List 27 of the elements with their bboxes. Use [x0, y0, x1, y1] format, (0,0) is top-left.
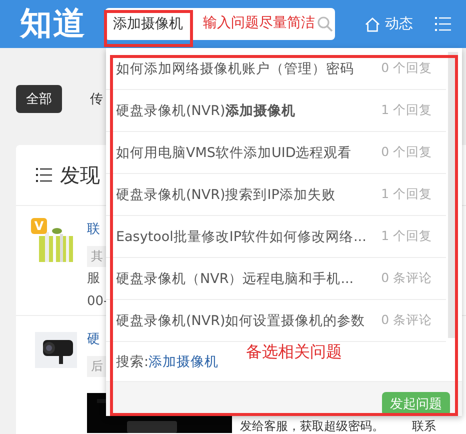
vip-badge: V	[31, 218, 47, 234]
item-excerpt: 发给客服，获取超级密码。	[240, 419, 384, 433]
suggestion-item[interactable]: 如何添加网络摄像机账户（管理）密码 0 个回复	[106, 48, 446, 90]
logo: 知道	[20, 3, 87, 44]
item-text: 00-	[87, 293, 108, 311]
search-suggestion: 搜索:添加摄像机	[116, 352, 219, 370]
item-link[interactable]: 联系	[412, 419, 436, 433]
annotation-text: 输入问题尽量简洁	[203, 14, 315, 32]
card-title: 发现	[60, 162, 100, 188]
search-icon[interactable]	[317, 16, 333, 32]
suggestion-item[interactable]: 硬盘录像机(NVR)添加摄像机 1 个回复	[106, 90, 446, 132]
suggestion-item[interactable]: 硬盘录像机(NVR)如何设置摄像机的参数 0 条评论	[106, 300, 446, 342]
annotation-text: 备选相关问题	[246, 342, 342, 363]
suggestion-item[interactable]: 硬盘录像机（NVR）远程电脑和手机... 0 条评论	[106, 258, 446, 300]
item-tag: 后	[87, 356, 107, 377]
filter-tab[interactable]: 全部	[16, 85, 62, 113]
item-tag: 其	[87, 246, 107, 267]
list-icon	[36, 168, 52, 182]
suggestion-item[interactable]: 如何用电脑VMS软件添加UID选程观看 0 个回复	[106, 132, 446, 174]
item-text: 服	[87, 270, 100, 288]
suggestion-item[interactable]: 硬盘录像机(NVR)搜索到IP添加失败 1 个回复	[106, 174, 446, 216]
home-icon	[365, 16, 380, 32]
search-link[interactable]: 添加摄像机	[148, 354, 219, 370]
suggestion-item[interactable]: Easytool批量修改IP软件如何修改网络... 1 个回复	[106, 216, 446, 258]
item-title-link[interactable]: 硬	[87, 330, 100, 350]
item-title-link[interactable]: 联	[87, 220, 100, 240]
menu-icon[interactable]	[435, 17, 451, 31]
